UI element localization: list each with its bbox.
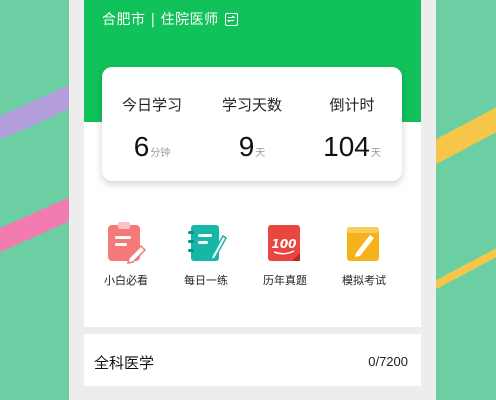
shortcut-beginner-guide[interactable]: 小白必看 (84, 222, 168, 288)
stat-study-days: 学习天数 9 天 (202, 67, 302, 181)
svg-text:100: 100 (271, 237, 296, 251)
app-screen: 合肥市 | 住院医师 今日学习 6 分钟 学习天数 9 天 倒计时 104 天 … (69, 0, 436, 400)
shortcut-daily-practice[interactable]: 每日一练 (164, 222, 248, 288)
stat-label: 学习天数 (221, 96, 282, 114)
stat-unit: 分钟 (150, 148, 171, 159)
stat-value: 104 (323, 131, 370, 162)
location-role-label: 合肥市 | 住院医师 (102, 12, 219, 28)
subject-name: 全科医学 (94, 354, 155, 372)
stat-label: 今日学习 (121, 96, 182, 114)
shortcut-label: 小白必看 (104, 274, 148, 287)
stat-countdown: 倒计时 104 天 (302, 67, 402, 181)
stat-value: 9 (238, 131, 255, 162)
exam-pencil-icon (343, 222, 385, 264)
shortcut-label: 历年真题 (263, 274, 307, 287)
switch-icon[interactable] (224, 12, 238, 26)
stat-label: 倒计时 (329, 96, 375, 114)
subject-progress: 0/7200 (368, 354, 408, 369)
location-selector[interactable]: 合肥市 | 住院医师 (102, 9, 238, 29)
shortcut-grid: 小白必看 每日一练 100 历年真题 模拟考试 (84, 222, 421, 302)
shortcut-label: 每日一练 (184, 274, 228, 287)
study-stats-card: 今日学习 6 分钟 学习天数 9 天 倒计时 104 天 (102, 67, 402, 181)
clipboard-pen-icon (105, 222, 147, 264)
stat-today-study: 今日学习 6 分钟 (102, 67, 202, 181)
stat-value: 6 (133, 131, 150, 162)
shortcut-past-exams[interactable]: 100 历年真题 (243, 222, 327, 288)
notebook-pen-icon (185, 222, 227, 264)
stat-unit: 天 (255, 148, 266, 159)
shortcut-label: 模拟考试 (342, 274, 386, 287)
subject-row[interactable]: 全科医学 0/7200 (84, 334, 421, 386)
shortcut-mock-exam[interactable]: 模拟考试 (322, 222, 406, 288)
stat-unit: 天 (370, 148, 381, 159)
score-100-icon: 100 (264, 222, 306, 264)
